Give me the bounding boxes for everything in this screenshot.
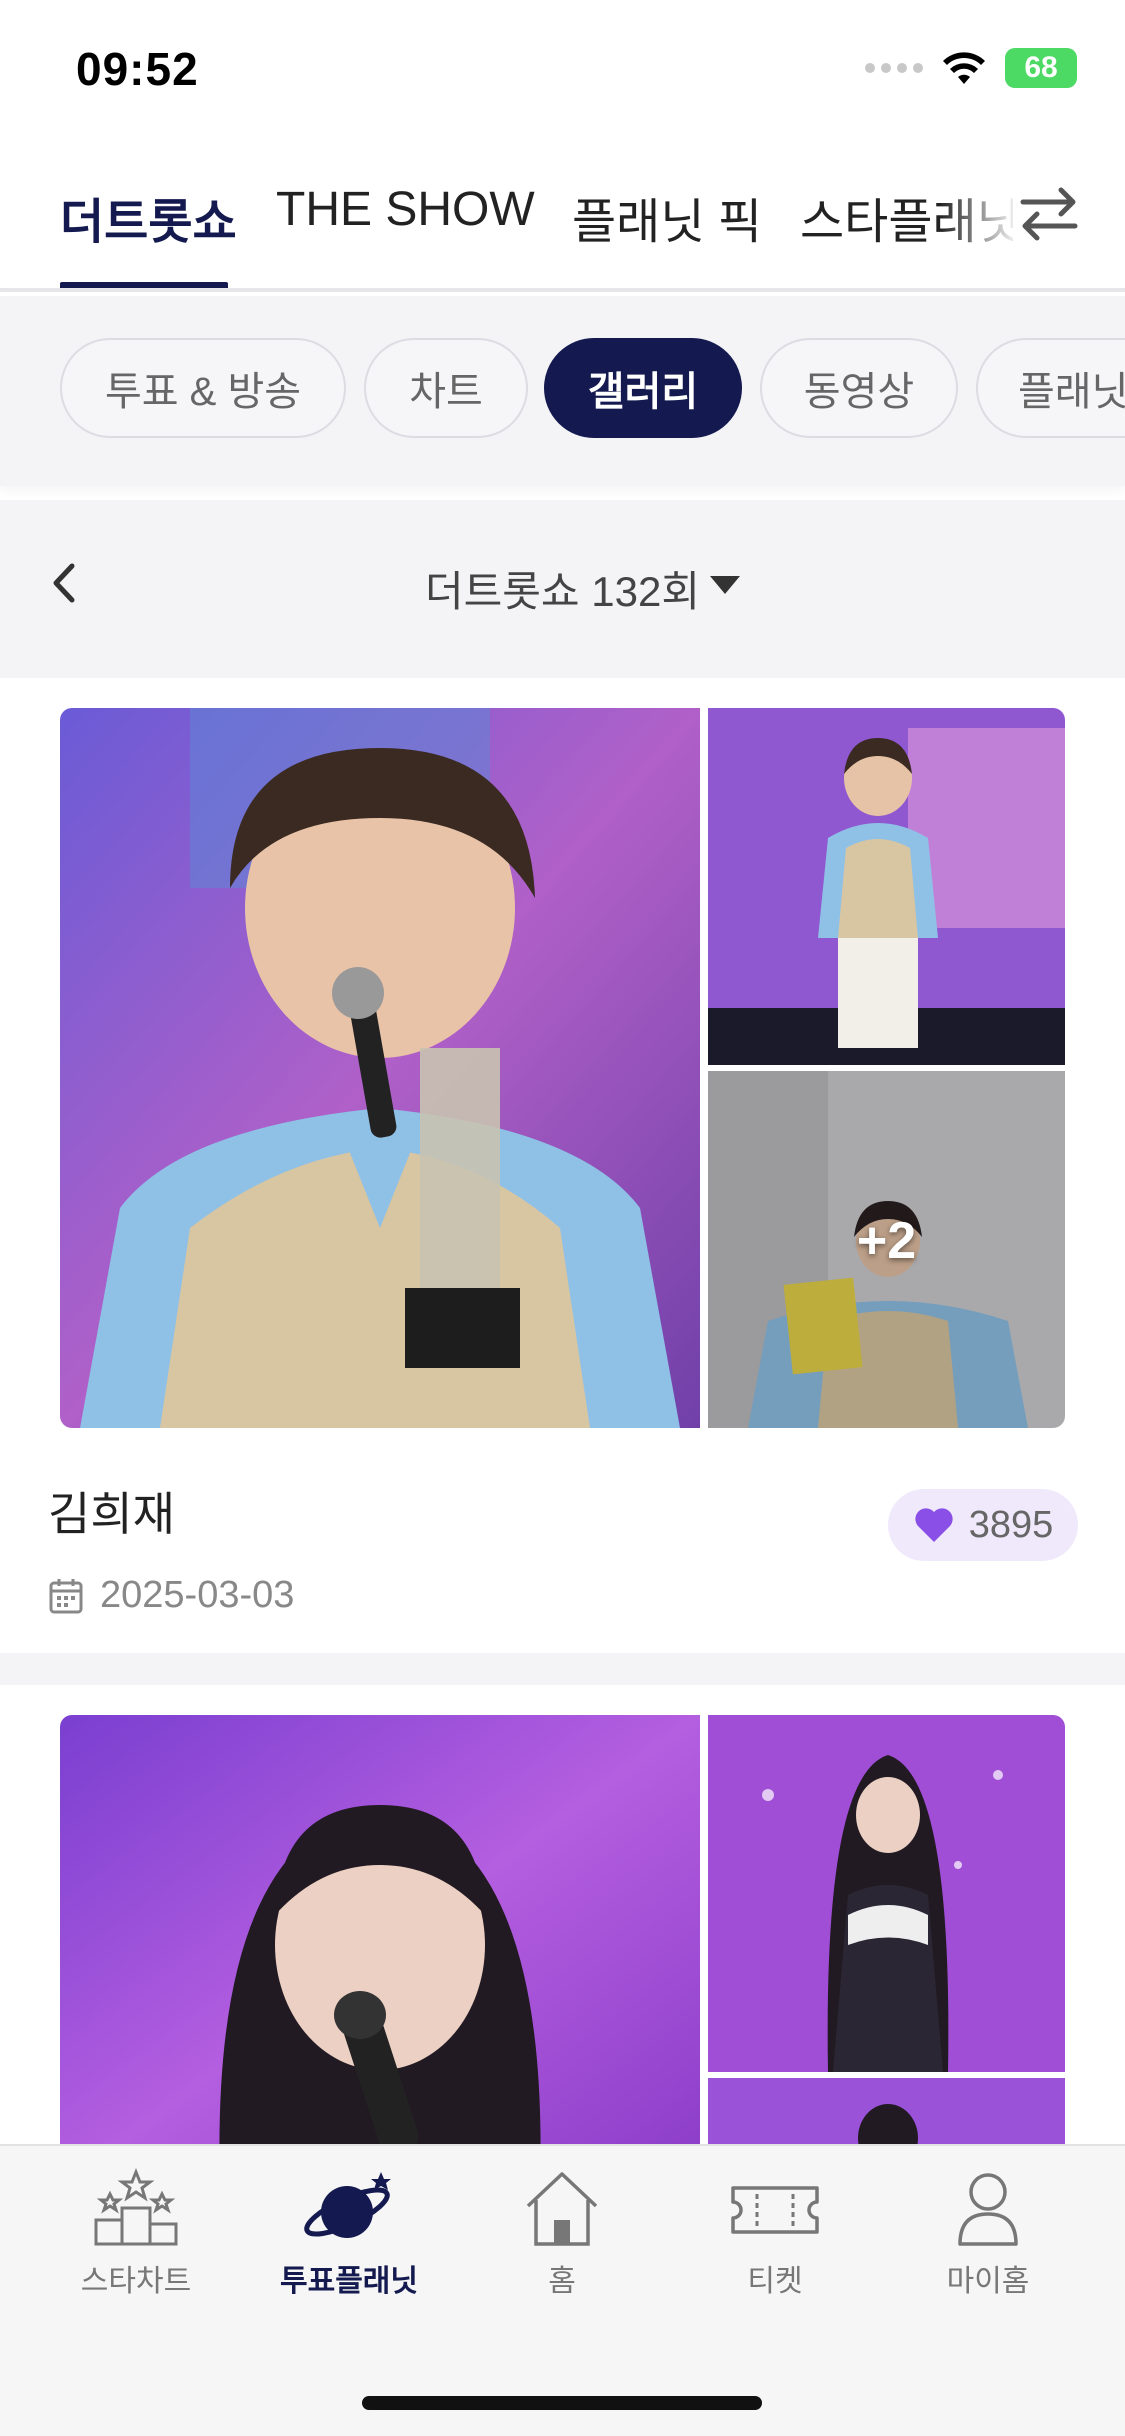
gallery-thumb-photo[interactable] [708, 708, 1065, 1065]
nav-label: 티켓 [747, 2265, 803, 2298]
nav-vote-planet[interactable]: 투표플래닛 [249, 2168, 449, 2300]
nav-label: 홈 [548, 2265, 576, 2298]
chip-gallery[interactable]: 갤러리 [544, 338, 742, 438]
chip-chart[interactable]: 차트 [364, 338, 528, 438]
active-tab-indicator [60, 282, 228, 288]
calendar-icon [49, 1578, 83, 1613]
gallery-thumb-photo[interactable] [708, 1715, 1065, 2072]
home-indicator [362, 2396, 762, 2410]
episode-selector: 더트롯쇼 132회 [0, 500, 1125, 678]
tab-planet-pick[interactable]: 플래닛 픽 [572, 182, 762, 252]
gallery-card[interactable] [0, 1685, 1125, 2198]
person-icon [958, 2173, 1018, 2246]
nav-label: 투표플래닛 [280, 2265, 418, 2298]
artist-name: 김희재 [48, 1488, 175, 1540]
tab-the-trot-show[interactable]: 더트롯쇼 [60, 182, 237, 252]
ticket-icon [731, 2186, 819, 2234]
top-tab-bar: 더트롯쇼 THE SHOW 플래닛 픽 스타플래닛 [0, 140, 1125, 292]
status-time: 09:52 [76, 43, 199, 95]
nav-label: 마이홈 [946, 2265, 1030, 2298]
status-bar: 09:52 68 [0, 0, 1125, 140]
status-indicators: 68 [865, 46, 1077, 90]
nav-label: 스타차트 [80, 2265, 192, 2298]
nav-my-home[interactable]: 마이홈 [888, 2168, 1088, 2300]
nav-ticket[interactable]: 티켓 [675, 2168, 875, 2300]
swap-arrows-icon[interactable] [1013, 178, 1085, 250]
gallery-thumb-photo-more[interactable]: +2 [708, 1071, 1065, 1428]
tab-the-show[interactable]: THE SHOW [276, 182, 535, 237]
chip-planet[interactable]: 플래닛 [976, 338, 1125, 438]
gallery-card[interactable]: +2 김희재 3895 2025-03-03 [0, 678, 1125, 1653]
gallery-main-photo[interactable] [60, 1715, 700, 2185]
date-row: 2025-03-03 [48, 1574, 294, 1617]
chip-video[interactable]: 동영상 [760, 338, 958, 438]
chip-vote-broadcast[interactable]: 투표 & 방송 [60, 338, 346, 438]
bottom-navigation: 스타차트 투표플래닛 홈 티켓 마이홈 [0, 2144, 1125, 2436]
gallery-main-photo[interactable] [60, 708, 700, 1428]
nav-star-chart[interactable]: 스타차트 [36, 2168, 236, 2300]
home-icon [526, 2172, 598, 2246]
cellular-signal-icon [865, 63, 923, 73]
filter-chip-bar: 투표 & 방송 차트 갤러리 동영상 플래닛 [0, 296, 1125, 486]
star-podium-icon [94, 2168, 178, 2246]
nav-home[interactable]: 홈 [462, 2168, 662, 2300]
heart-icon [915, 1508, 953, 1542]
like-button[interactable]: 3895 [888, 1489, 1078, 1561]
planet-icon [304, 2172, 391, 2238]
episode-title[interactable]: 더트롯쇼 132회 [0, 558, 1125, 619]
battery-icon: 68 [1005, 48, 1077, 88]
wifi-icon [943, 52, 985, 84]
like-count: 3895 [968, 1503, 1054, 1546]
more-photos-count: +2 [856, 1212, 917, 1270]
caret-down-icon[interactable] [708, 574, 742, 596]
post-date: 2025-03-03 [100, 1574, 295, 1616]
card-divider [0, 1653, 1125, 1685]
